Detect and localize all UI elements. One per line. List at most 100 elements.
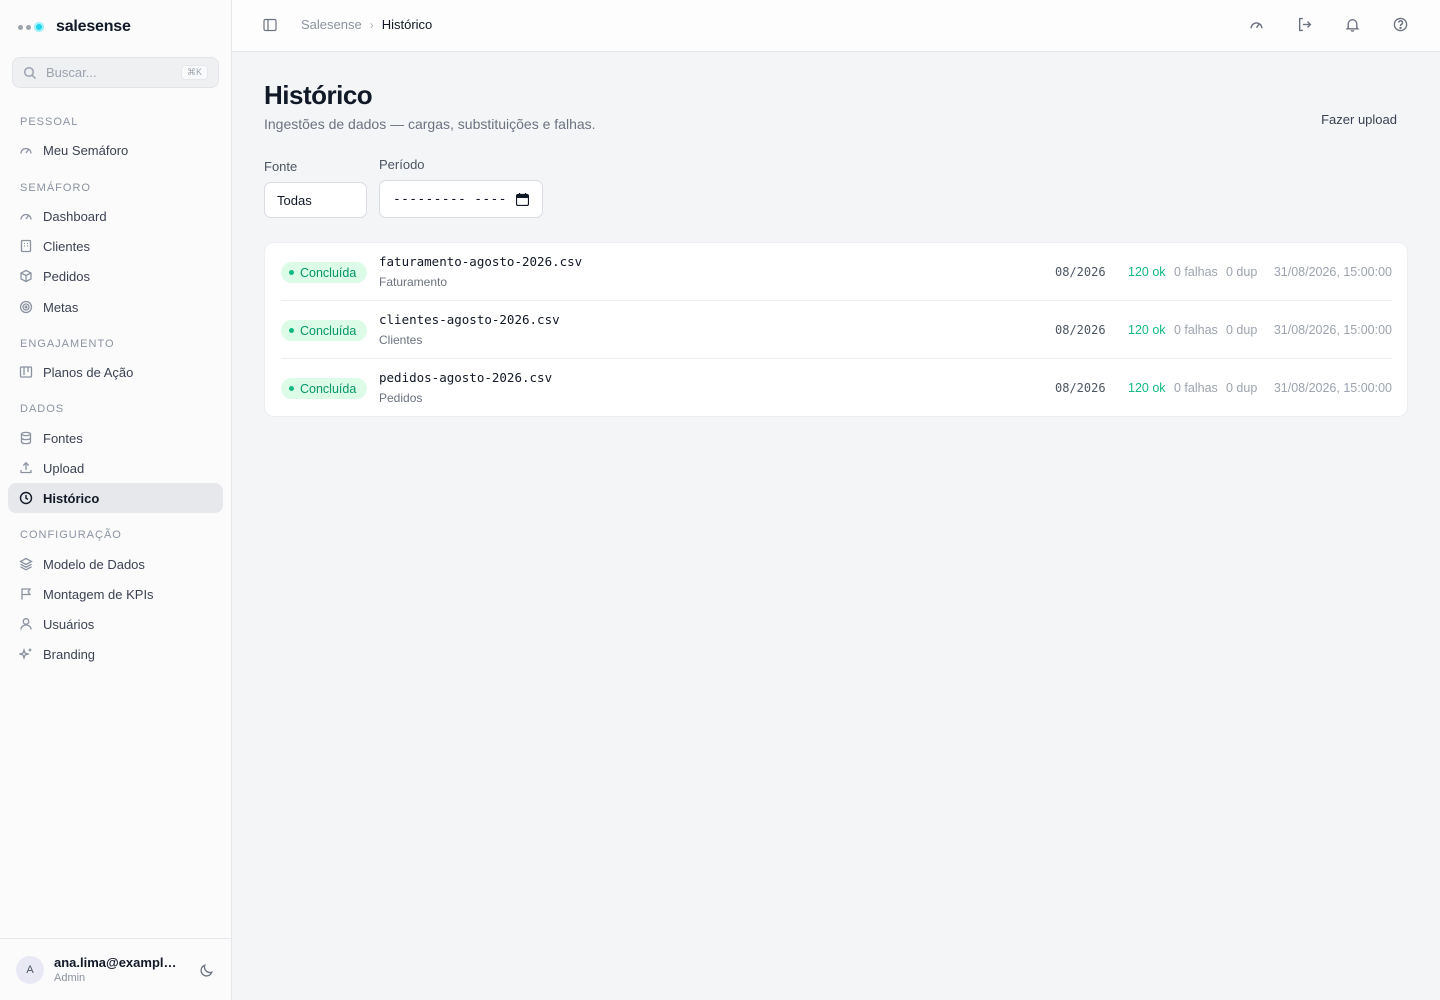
sidebar-item-label: Metas (43, 299, 79, 315)
sidebar-item-upload[interactable]: Upload (8, 453, 223, 483)
gauge-icon (19, 209, 33, 223)
section-title-dados: DADOS (20, 403, 65, 415)
file-source: Faturamento (379, 275, 448, 289)
search-input[interactable]: Buscar... ⌘K (12, 57, 219, 88)
sidebar-item-fontes[interactable]: Fontes (8, 423, 223, 453)
search-icon (23, 66, 37, 80)
sidebar-item-label: Clientes (43, 238, 90, 254)
page-title: Histórico (264, 80, 373, 110)
section-title-pessoal: PESSOAL (20, 116, 79, 128)
page-subtitle: Ingestões de dados — cargas, substituiçõ… (264, 116, 596, 132)
sidebar-item-pedidos[interactable]: Pedidos (8, 261, 223, 291)
ok-count: 120 ok (1128, 381, 1166, 395)
failure-count: 0 falhas (1174, 323, 1218, 337)
clock-icon (19, 491, 33, 505)
sidebar-item-label: Planos de Ação (43, 364, 134, 380)
ingestion-list: Concluída faturamento-agosto-2026.csv Fa… (264, 242, 1408, 417)
breadcrumb-current: Histórico (381, 17, 433, 32)
ingestion-period: 08/2026 (1055, 381, 1106, 395)
sidebar-item-historico[interactable]: Histórico (8, 483, 223, 513)
chevron-right-icon: › (369, 17, 374, 32)
breadcrumb-root[interactable]: Salesense (301, 17, 362, 32)
ok-count: 120 ok (1128, 323, 1166, 337)
file-name: pedidos-agosto-2026.csv (379, 370, 553, 385)
calendar-icon[interactable] (516, 192, 529, 206)
sidebar-item-modelo-de-dados[interactable]: Modelo de Dados (8, 549, 223, 579)
sidebar-item-planos-de-acao[interactable]: Planos de Ação (8, 357, 223, 387)
sidebar-item-label: Upload (43, 460, 85, 476)
ok-count: 120 ok (1128, 265, 1166, 279)
sidebar-item-branding[interactable]: Branding (8, 639, 223, 669)
help-icon[interactable] (1393, 17, 1408, 32)
brand-name: salesense (56, 18, 131, 35)
gauge-icon[interactable] (1249, 17, 1264, 32)
ingestion-row[interactable]: Concluída faturamento-agosto-2026.csv Fa… (281, 243, 1392, 301)
sidebar-item-montagem-de-kpis[interactable]: Montagem de KPIs (8, 579, 223, 609)
ingestion-timestamp: 31/08/2026, 15:00:00 (1273, 323, 1392, 337)
ingestion-row[interactable]: Concluída pedidos-agosto-2026.csv Pedido… (281, 359, 1392, 417)
ingestion-period: 08/2026 (1055, 265, 1106, 279)
user-role: Admin (54, 972, 86, 984)
sidebar-item-usuarios[interactable]: Usuários (8, 609, 223, 639)
sidebar-item-label: Dashboard (43, 208, 107, 224)
status-badge-label: Concluída (300, 265, 357, 280)
failure-count: 0 falhas (1174, 265, 1218, 279)
status-dot-icon (289, 386, 294, 391)
upload-button[interactable]: Fazer upload (1321, 112, 1397, 127)
kanban-icon (19, 365, 33, 379)
brand-logo[interactable]: salesense (18, 16, 131, 38)
search-shortcut: ⌘K (180, 65, 208, 80)
user-email: ana.lima@example.com (54, 955, 180, 970)
avatar: A (16, 955, 44, 984)
target-icon (19, 300, 33, 314)
user-card[interactable]: A ana.lima@example.com Admin (0, 938, 231, 1000)
file-source: Pedidos (379, 391, 423, 405)
top-bar: Salesense › Histórico (232, 0, 1440, 52)
ingestion-period: 08/2026 (1055, 323, 1106, 337)
status-badge-label: Concluída (300, 381, 357, 396)
gauge-icon (19, 143, 33, 157)
sidebar-item-label: Meu Semáforo (43, 142, 129, 158)
logout-icon[interactable] (1297, 17, 1312, 32)
duplicate-count: 0 dup (1226, 323, 1258, 337)
bell-icon[interactable] (1345, 17, 1360, 32)
source-select[interactable]: Todas (264, 182, 367, 218)
layers-icon (19, 557, 33, 571)
sidebar-item-label: Pedidos (43, 268, 90, 284)
source-filter-label: Fonte (264, 159, 298, 174)
status-badge: Concluída (281, 262, 367, 283)
ingestion-timestamp: 31/08/2026, 15:00:00 (1273, 381, 1392, 395)
sidebar-item-meu-semaforo[interactable]: Meu Semáforo (8, 135, 223, 165)
sidebar-item-clientes[interactable]: Clientes (8, 231, 223, 261)
sparkles-icon (19, 647, 33, 661)
file-source: Clientes (379, 333, 423, 347)
sidebar-item-label: Montagem de KPIs (43, 586, 154, 602)
sidebar-item-label: Modelo de Dados (43, 556, 145, 572)
sidebar-item-metas[interactable]: Metas (8, 292, 223, 322)
failure-count: 0 falhas (1174, 381, 1218, 395)
sidebar-item-dashboard[interactable]: Dashboard (8, 201, 223, 231)
moon-icon[interactable] (199, 962, 215, 978)
section-title-engajamento: ENGAJAMENTO (20, 338, 115, 350)
period-filter-label: Período (379, 157, 425, 172)
flag-icon (19, 587, 33, 601)
ingestion-row[interactable]: Concluída clientes-agosto-2026.csv Clien… (281, 301, 1392, 359)
status-badge: Concluída (281, 378, 367, 399)
sidebar-toggle-icon[interactable] (263, 18, 277, 32)
status-badge: Concluída (281, 320, 367, 341)
breadcrumb: Salesense › Histórico (301, 17, 432, 32)
sidebar-item-label: Fontes (43, 430, 83, 446)
file-name: clientes-agosto-2026.csv (379, 312, 560, 327)
brand-mark-icon (18, 22, 44, 32)
period-date-input[interactable]: --------- ---- (379, 180, 543, 218)
section-title-configuracao: CONFIGURAÇÃO (20, 529, 122, 541)
search-placeholder: Buscar... (46, 65, 97, 80)
sidebar: salesense Buscar... ⌘K PESSOAL Meu Semáf… (0, 0, 232, 1000)
duplicate-count: 0 dup (1226, 381, 1258, 395)
sidebar-item-label: Histórico (43, 490, 100, 506)
user-icon (19, 617, 33, 631)
period-date-value: --------- ---- (393, 191, 507, 207)
sidebar-item-label: Usuários (43, 616, 95, 632)
file-name: faturamento-agosto-2026.csv (379, 254, 583, 269)
sidebar-item-label: Branding (43, 646, 96, 662)
